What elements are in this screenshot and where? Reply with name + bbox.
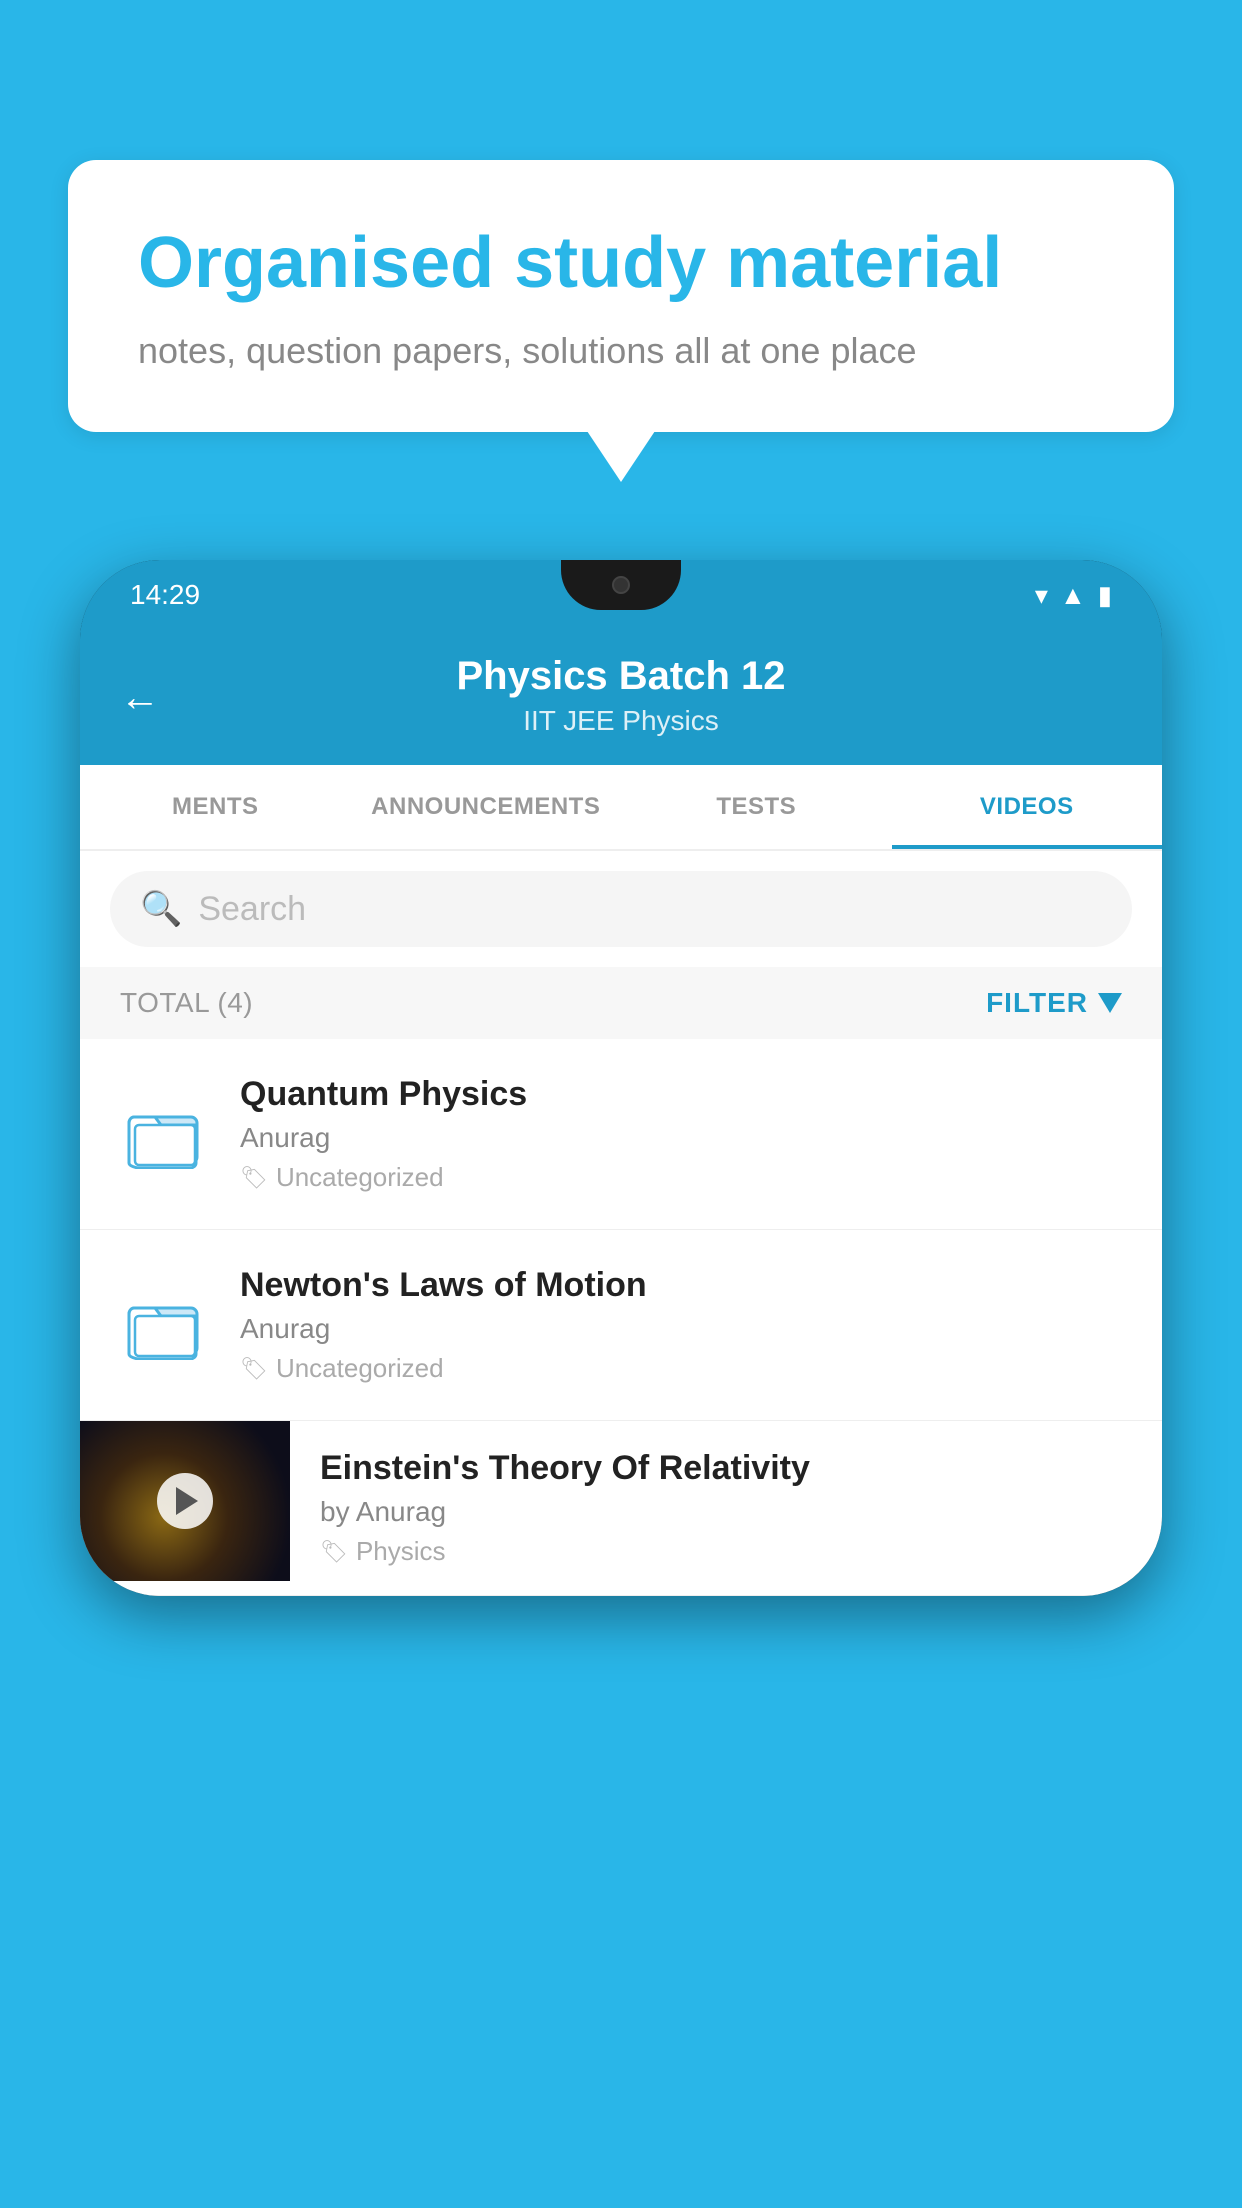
video-author: Anurag: [240, 1313, 1122, 1345]
tab-ments[interactable]: MENTS: [80, 765, 351, 849]
list-item[interactable]: Einstein's Theory Of Relativity by Anura…: [80, 1421, 1162, 1596]
phone-wrapper: 14:29 ▾ ▲ ▮ ← Physics Batch 12 IIT JEE P…: [80, 560, 1162, 2208]
search-container: 🔍 Search: [80, 851, 1162, 967]
tag-label: Uncategorized: [276, 1162, 444, 1193]
video-title: Einstein's Theory Of Relativity: [320, 1449, 1132, 1488]
filter-button[interactable]: FILTER: [986, 987, 1122, 1019]
status-bar: 14:29 ▾ ▲ ▮: [80, 560, 1162, 630]
app-header: ← Physics Batch 12 IIT JEE Physics: [80, 630, 1162, 765]
video-author: Anurag: [240, 1122, 1122, 1154]
tab-announcements[interactable]: ANNOUNCEMENTS: [351, 765, 622, 849]
filter-bar: TOTAL (4) FILTER: [80, 967, 1162, 1039]
wifi-icon: ▾: [1035, 580, 1048, 611]
bubble-subtext: notes, question papers, solutions all at…: [138, 330, 1104, 372]
tab-tests[interactable]: TESTS: [621, 765, 892, 849]
video-tag: 🏷 Uncategorized: [240, 1353, 1122, 1384]
video-list: Quantum Physics Anurag 🏷 Uncategorized: [80, 1039, 1162, 1596]
video-thumbnail: [80, 1421, 290, 1581]
folder-icon: [120, 1089, 210, 1179]
folder-icon: [120, 1280, 210, 1370]
tag-icon: 🏷: [240, 1165, 268, 1191]
tag-label: Uncategorized: [276, 1353, 444, 1384]
signal-icon: ▲: [1060, 580, 1086, 611]
bubble-heading: Organised study material: [138, 220, 1104, 306]
status-icons: ▾ ▲ ▮: [1035, 580, 1112, 611]
search-box[interactable]: 🔍 Search: [110, 871, 1132, 947]
tag-label: Physics: [356, 1536, 446, 1567]
battery-icon: ▮: [1098, 580, 1112, 611]
back-button[interactable]: ←: [120, 675, 160, 720]
tag-icon: 🏷: [320, 1539, 348, 1565]
tag-icon: 🏷: [240, 1356, 268, 1382]
video-tag: 🏷 Uncategorized: [240, 1162, 1122, 1193]
list-item[interactable]: Quantum Physics Anurag 🏷 Uncategorized: [80, 1039, 1162, 1230]
header-title: Physics Batch 12: [120, 654, 1122, 699]
video-author: by Anurag: [320, 1496, 1132, 1528]
phone-mockup: 14:29 ▾ ▲ ▮ ← Physics Batch 12 IIT JEE P…: [80, 560, 1162, 1596]
camera-dot: [612, 576, 630, 594]
notch: [561, 560, 681, 610]
video-title: Newton's Laws of Motion: [240, 1266, 1122, 1305]
video-info: Quantum Physics Anurag 🏷 Uncategorized: [240, 1075, 1122, 1193]
total-count: TOTAL (4): [120, 987, 253, 1019]
tab-videos[interactable]: VIDEOS: [892, 765, 1163, 849]
search-input[interactable]: Search: [198, 890, 306, 929]
status-time: 14:29: [130, 579, 200, 611]
speech-bubble-card: Organised study material notes, question…: [68, 160, 1174, 432]
play-icon: [176, 1487, 198, 1515]
video-info: Newton's Laws of Motion Anurag 🏷 Uncateg…: [240, 1266, 1122, 1384]
filter-label: FILTER: [986, 987, 1088, 1019]
play-button[interactable]: [157, 1473, 213, 1529]
filter-icon: [1098, 993, 1122, 1013]
video-title: Quantum Physics: [240, 1075, 1122, 1114]
speech-bubble-section: Organised study material notes, question…: [68, 160, 1174, 432]
header-subtitle: IIT JEE Physics: [120, 705, 1122, 737]
video-info: Einstein's Theory Of Relativity by Anura…: [290, 1421, 1162, 1595]
tabs-bar: MENTS ANNOUNCEMENTS TESTS VIDEOS: [80, 765, 1162, 851]
list-item[interactable]: Newton's Laws of Motion Anurag 🏷 Uncateg…: [80, 1230, 1162, 1421]
search-icon: 🔍: [140, 889, 182, 929]
video-tag: 🏷 Physics: [320, 1536, 1132, 1567]
